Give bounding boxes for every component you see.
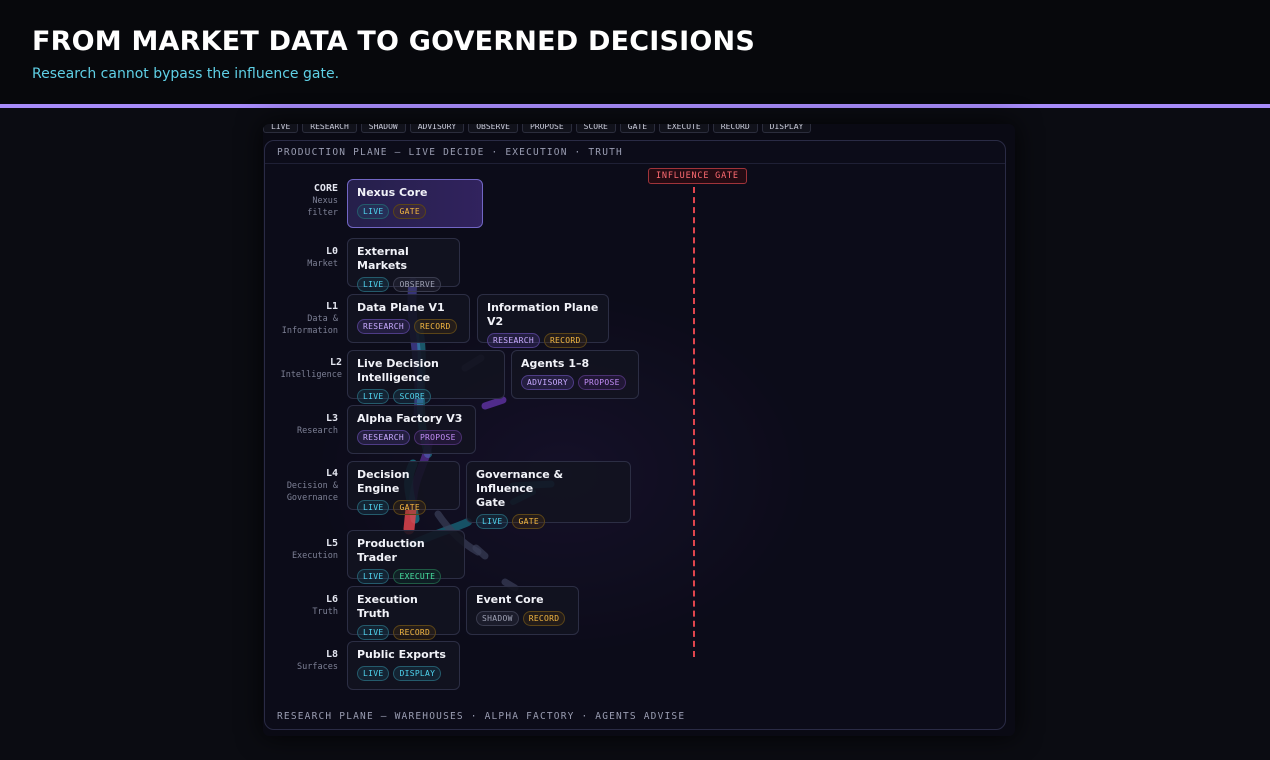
badge-live: LIVE bbox=[357, 277, 390, 292]
node-information-plane[interactable]: Information Plane V2 RESEARCH RECORD bbox=[477, 294, 609, 348]
research-plane-label: RESEARCH PLANE — WAREHOUSES · ALPHA FACT… bbox=[277, 711, 686, 722]
page-header: FROM MARKET DATA TO GOVERNED DECISIONS R… bbox=[0, 0, 1270, 104]
level-l4: L4 Decision & Governance bbox=[286, 468, 338, 503]
badge-research: RESEARCH bbox=[487, 333, 540, 348]
badge-live: LIVE bbox=[357, 500, 390, 515]
badge-record: RECORD bbox=[522, 611, 566, 626]
badge-advisory: ADVISORY bbox=[521, 375, 574, 390]
badge-research: RESEARCH bbox=[357, 319, 410, 334]
badge-execute: EXECUTE bbox=[393, 569, 442, 584]
node-nexus-core[interactable]: Nexus Core LIVE GATE bbox=[347, 179, 483, 228]
page-title: FROM MARKET DATA TO GOVERNED DECISIONS bbox=[32, 26, 755, 57]
level-l1: L1 Data & Information bbox=[281, 301, 338, 336]
filter-observe[interactable]: OBSERVE bbox=[468, 124, 518, 133]
node-production-trader[interactable]: Production Trader LIVE EXECUTE bbox=[347, 530, 465, 584]
influence-gate-line bbox=[693, 187, 695, 657]
node-external-markets[interactable]: External Markets LIVE OBSERVE bbox=[347, 238, 460, 292]
level-l6: L6 Truth bbox=[312, 594, 338, 617]
badge-live: LIVE bbox=[357, 666, 390, 681]
production-plane-label: PRODUCTION PLANE — LIVE DECIDE · EXECUTI… bbox=[277, 147, 623, 158]
badge-live: LIVE bbox=[357, 389, 390, 404]
badge-live: LIVE bbox=[357, 569, 390, 584]
filter-record[interactable]: RECORD bbox=[712, 124, 758, 133]
badge-propose: PROPOSE bbox=[413, 430, 462, 445]
badge-score: SCORE bbox=[393, 389, 432, 404]
filter-research[interactable]: RESEARCH bbox=[302, 124, 357, 133]
node-data-plane[interactable]: Data Plane V1 RESEARCH RECORD bbox=[347, 294, 470, 343]
node-decision-engine[interactable]: Decision Engine LIVE GATE bbox=[347, 461, 460, 515]
badge-record: RECORD bbox=[543, 333, 587, 348]
level-l0: L0 Market bbox=[307, 246, 338, 269]
level-core: CORE Nexus filter bbox=[307, 183, 338, 218]
filter-gate[interactable]: GATE bbox=[619, 124, 656, 133]
filter-display[interactable]: DISPLAY bbox=[761, 124, 812, 133]
badge-research: RESEARCH bbox=[357, 430, 410, 445]
page-subtitle: Research cannot bypass the influence gat… bbox=[32, 66, 340, 82]
filter-shadow[interactable]: SHADOW bbox=[360, 124, 406, 133]
filter-advisory[interactable]: ADVISORY bbox=[409, 124, 465, 133]
filter-live[interactable]: LIVE bbox=[263, 124, 299, 133]
level-l8: L8 Surfaces bbox=[297, 649, 338, 672]
level-l2: L2 Intelligence bbox=[280, 357, 342, 380]
badge-observe: OBSERVE bbox=[393, 277, 442, 292]
badge-display: DISPLAY bbox=[393, 666, 442, 681]
filter-execute[interactable]: EXECUTE bbox=[659, 124, 709, 133]
accent-bar bbox=[0, 104, 1270, 108]
badge-gate: GATE bbox=[393, 500, 426, 515]
badge-live: LIVE bbox=[357, 625, 390, 640]
architecture-diagram: LIVE RESEARCH SHADOW ADVISORY OBSERVE PR… bbox=[263, 124, 1015, 736]
filter-score[interactable]: SCORE bbox=[575, 124, 616, 133]
badge-gate: GATE bbox=[512, 514, 545, 529]
filter-propose[interactable]: PROPOSE bbox=[521, 124, 572, 133]
node-live-decision-intelligence[interactable]: Live Decision Intelligence LIVE SCORE bbox=[347, 350, 505, 404]
filter-bar: LIVE RESEARCH SHADOW ADVISORY OBSERVE PR… bbox=[263, 124, 815, 136]
node-governance-influence-gate[interactable]: Governance & Influence Gate LIVE GATE bbox=[466, 461, 631, 529]
node-agents[interactable]: Agents 1–8 ADVISORY PROPOSE bbox=[511, 350, 639, 399]
badge-live: LIVE bbox=[357, 204, 390, 219]
plane-divider bbox=[265, 163, 1005, 164]
level-l3: L3 Research bbox=[297, 413, 338, 436]
node-execution-truth[interactable]: Execution Truth LIVE RECORD bbox=[347, 586, 460, 640]
influence-gate-label: INFLUENCE GATE bbox=[648, 168, 747, 184]
badge-propose: PROPOSE bbox=[577, 375, 626, 390]
level-l5: L5 Execution bbox=[291, 538, 338, 561]
badge-live: LIVE bbox=[476, 514, 509, 529]
badge-record: RECORD bbox=[393, 625, 437, 640]
badge-shadow: SHADOW bbox=[476, 611, 519, 626]
badge-record: RECORD bbox=[413, 319, 457, 334]
node-alpha-factory[interactable]: Alpha Factory V3 RESEARCH PROPOSE bbox=[347, 405, 476, 454]
badge-gate: GATE bbox=[393, 204, 426, 219]
node-public-exports[interactable]: Public Exports LIVE DISPLAY bbox=[347, 641, 460, 690]
node-event-core[interactable]: Event Core SHADOW RECORD bbox=[466, 586, 579, 635]
